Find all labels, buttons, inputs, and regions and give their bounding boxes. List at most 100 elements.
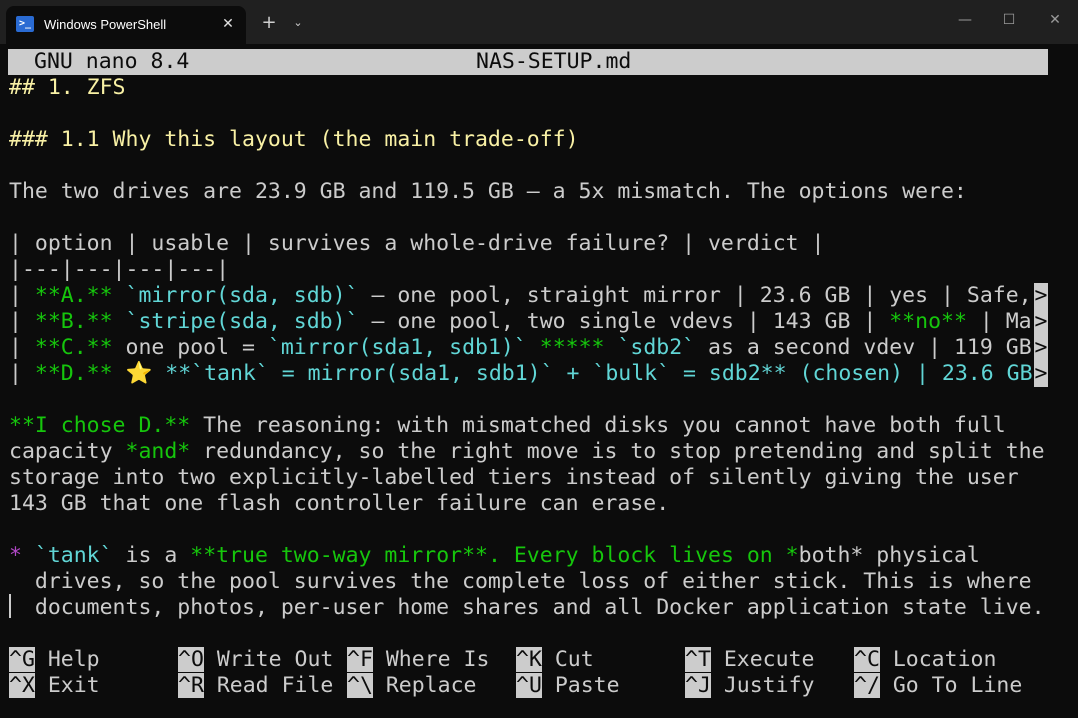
close-tab-icon[interactable]: ✕	[218, 14, 238, 34]
new-tab-button[interactable]: +	[258, 12, 280, 34]
code-span: `mirror(sda1, sdb1)`	[267, 335, 527, 360]
shortcut-label: Location	[892, 647, 997, 672]
shortcut-key: ^J	[685, 673, 711, 698]
text: The reasoning: with mismatched disks you…	[190, 413, 1006, 438]
table-separator: |---|---|---|---|	[9, 257, 230, 282]
shortcut-where-is[interactable]: ^F Where Is	[347, 647, 489, 673]
shortcut-label: Help	[47, 647, 100, 672]
text: — one pool, two single vdevs | 143 GB |	[358, 309, 890, 334]
text: — one pool, straight mirror | 23.6 GB | …	[358, 283, 1032, 308]
shortcut-key: ^R	[178, 673, 204, 698]
shortcut-cut[interactable]: ^K Cut	[516, 647, 594, 673]
shortcut-label: Exit	[47, 673, 100, 698]
text: as a second vdev | 119 GB	[695, 335, 1032, 360]
text: **C.**	[34, 335, 113, 360]
shortcut-help[interactable]: ^G Help	[9, 647, 100, 673]
shortcut-label: Execute	[723, 647, 815, 672]
file-name: NAS-SETUP.md	[476, 49, 632, 74]
title-bar: >_ Windows PowerShell ✕ + ⌄ — ☐ ✕	[0, 0, 1078, 44]
code-span: **`tank` = mirror(sda1, sdb1)` + `bulk` …	[165, 361, 787, 386]
code-span: `stripe(sda, sdb)`	[125, 309, 359, 334]
tab-title: Windows PowerShell	[44, 17, 167, 32]
text: (chosen) | 23.6 GB	[786, 361, 1033, 386]
overflow-marker: >	[1034, 361, 1048, 387]
paragraph-line-4: 143 GB that one flash controller failure…	[9, 491, 670, 516]
shortcut-read-file[interactable]: ^R Read File	[178, 673, 333, 699]
text	[604, 335, 617, 360]
text: capacity	[9, 439, 126, 464]
shortcut-go-to-line[interactable]: ^/ Go To Line	[854, 673, 1022, 699]
shortcut-label: Read File	[216, 673, 334, 698]
shortcut-write-out[interactable]: ^O Write Out	[178, 647, 333, 673]
text	[527, 335, 540, 360]
shortcut-label: Justify	[723, 673, 815, 698]
shortcut-key: ^\	[347, 673, 373, 698]
table-row-a: | **A.** `mirror(sda, sdb)` — one pool, …	[9, 283, 1032, 309]
shortcut-replace[interactable]: ^\ Replace	[347, 673, 476, 699]
terminal[interactable]: GNU nano 8.4 NAS-SETUP.md ## 1. ZFS ### …	[0, 44, 1078, 718]
text: redundancy, so the right move is to stop…	[190, 439, 1045, 464]
heading-h2: ## 1. ZFS	[9, 75, 126, 100]
minimize-button[interactable]: —	[950, 8, 980, 32]
text: **B.**	[34, 309, 113, 334]
text: * physical	[850, 543, 980, 568]
chevron-down-icon[interactable]: ⌄	[288, 12, 308, 34]
tab-windows-powershell[interactable]: >_ Windows PowerShell ✕	[6, 6, 246, 44]
code-span: `tank`	[34, 543, 113, 568]
overflow-marker: >	[1034, 335, 1048, 361]
text: both	[798, 543, 851, 568]
bullet-line-3: documents, photos, per-user home shares …	[9, 595, 1045, 620]
shortcut-location[interactable]: ^C Location	[854, 647, 996, 673]
nano-header-bar: GNU nano 8.4 NAS-SETUP.md	[8, 49, 1048, 75]
text: **A.**	[34, 283, 113, 308]
text: **D.**	[34, 361, 113, 386]
shortcut-justify[interactable]: ^J Justify	[685, 673, 814, 699]
powershell-icon: >_	[16, 16, 34, 32]
text: |	[9, 335, 35, 360]
text: |	[9, 309, 35, 334]
code-span: `sdb2`	[617, 335, 696, 360]
shortcut-key: ^O	[178, 647, 204, 672]
editor-name: GNU nano 8.4	[34, 49, 190, 74]
text	[113, 309, 126, 334]
text: *****	[539, 335, 605, 360]
paragraph-line-3: storage into two explicitly-labelled tie…	[9, 465, 1019, 490]
intro-line: The two drives are 23.9 GB and 119.5 GB …	[9, 179, 967, 204]
text	[152, 361, 165, 386]
text: |	[9, 361, 35, 386]
table-header: | option | usable | survives a whole-dri…	[9, 231, 825, 256]
text: **I chose D.**	[9, 413, 191, 438]
bullet-line-1: * `tank` is a **true two-way mirror**. E…	[9, 543, 980, 569]
table-row-b: | **B.** `stripe(sda, sdb)` — one pool, …	[9, 309, 1032, 335]
shortcut-key: ^U	[516, 673, 542, 698]
text	[22, 543, 35, 568]
shortcut-key: ^C	[854, 647, 880, 672]
shortcut-key: ^G	[9, 647, 35, 672]
overflow-marker: >	[1034, 309, 1048, 335]
text: *and*	[125, 439, 191, 464]
shortcut-label: Where Is	[385, 647, 490, 672]
shortcut-exit[interactable]: ^X Exit	[9, 673, 100, 699]
shortcut-key: ^T	[685, 647, 711, 672]
overflow-marker: >	[1034, 283, 1048, 309]
text: is a	[112, 543, 191, 568]
paragraph-line-1: **I chose D.** The reasoning: with misma…	[9, 413, 1006, 439]
shortcut-label: Cut	[554, 647, 594, 672]
text: one pool =	[112, 335, 268, 360]
shortcut-key: ^K	[516, 647, 542, 672]
shortcut-paste[interactable]: ^U Paste	[516, 673, 620, 699]
close-window-button[interactable]: ✕	[1040, 8, 1070, 32]
shortcut-execute[interactable]: ^T Execute	[685, 647, 814, 673]
shortcut-key: ^X	[9, 673, 35, 698]
text: **no**	[889, 309, 967, 334]
table-row-c: | **C.** one pool = `mirror(sda1, sdb1)`…	[9, 335, 1032, 361]
text	[113, 361, 126, 386]
bullet-line-2: drives, so the pool survives the complet…	[9, 569, 1032, 594]
code-span: `mirror(sda, sdb)`	[125, 283, 359, 308]
text-cursor	[9, 594, 11, 618]
shortcut-label: Write Out	[216, 647, 334, 672]
text: | Ma	[966, 309, 1032, 334]
maximize-button[interactable]: ☐	[994, 8, 1024, 32]
star-icon: ⭐	[125, 361, 153, 386]
text	[113, 283, 126, 308]
